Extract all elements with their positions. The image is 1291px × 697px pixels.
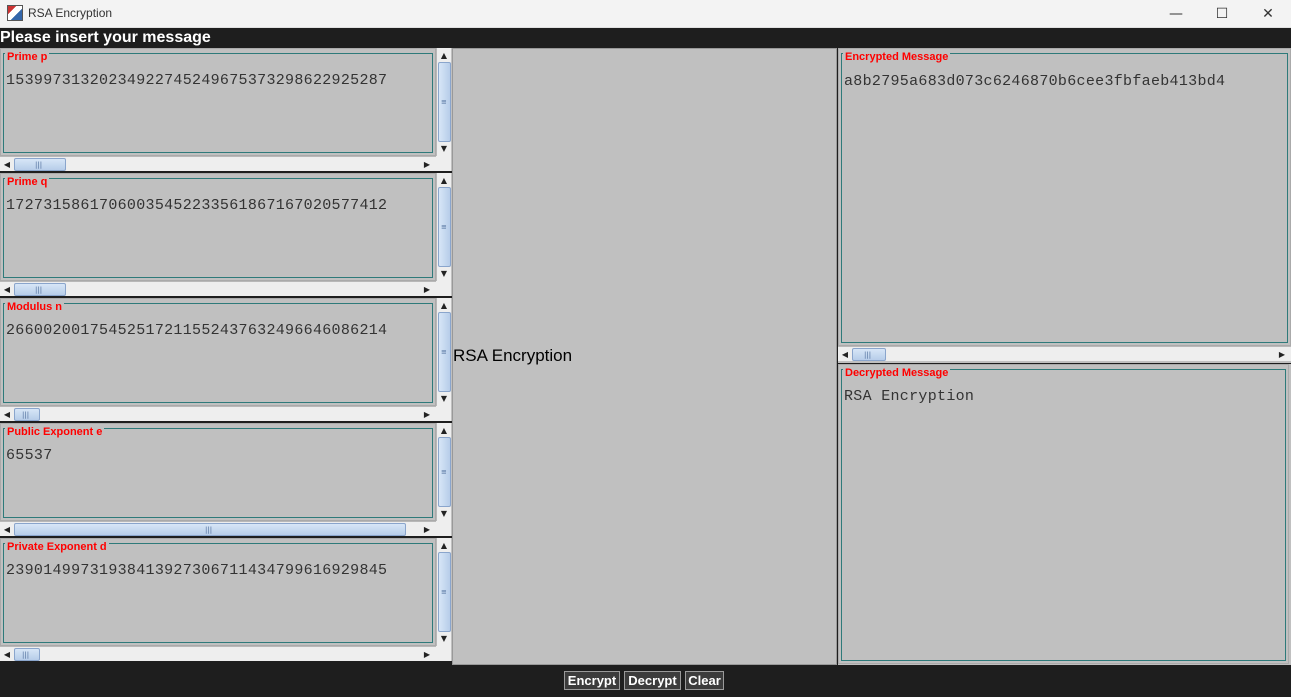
scroll-right-icon[interactable]: ▶ (420, 282, 434, 296)
decrypted-label: Decrypted Message (843, 367, 951, 379)
window-title: RSA Encryption (28, 6, 113, 20)
prime-p-hscroll[interactable]: ◀ ||| ▶ (0, 156, 436, 171)
prime-p-scrollpane: Prime p 15399731320234922745249675373298… (0, 48, 452, 171)
prime-q-area[interactable]: Prime q 17273158617060035452233561867167… (0, 173, 436, 281)
scroll-thumb[interactable]: ||| (14, 283, 66, 296)
clear-button[interactable]: Clear (685, 671, 724, 690)
scroll-right-icon[interactable]: ▶ (420, 647, 434, 661)
scroll-up-icon[interactable]: ▲ (437, 173, 451, 187)
scroll-thumb[interactable]: ||| (14, 158, 66, 171)
public-e-vscroll[interactable]: ▲ ≡ ▼ (436, 423, 451, 521)
decrypted-panel: Decrypted Message RSA Encryption (838, 364, 1291, 665)
scroll-thumb[interactable]: ||| (14, 648, 40, 661)
scroll-up-icon[interactable]: ▲ (437, 538, 451, 552)
scroll-down-icon[interactable]: ▼ (437, 391, 451, 405)
scroll-left-icon[interactable]: ◀ (838, 347, 852, 361)
message-input-text[interactable]: RSA Encryption (453, 346, 572, 366)
modulus-n-scrollpane: Modulus n 266002001754525172115524376324… (0, 298, 452, 421)
modulus-n-hscroll[interactable]: ◀ ||| ▶ (0, 406, 436, 421)
prime-q-vscroll[interactable]: ▲ ≡ ▼ (436, 173, 451, 281)
modulus-n-area[interactable]: Modulus n 266002001754525172115524376324… (0, 298, 436, 406)
app-icon (7, 5, 23, 21)
scroll-left-icon[interactable]: ◀ (0, 522, 14, 536)
scroll-thumb[interactable]: ||| (14, 408, 40, 421)
encrypted-area[interactable]: Encrypted Message a8b2795a683d073c624687… (838, 48, 1291, 346)
modulus-n-label: Modulus n (5, 301, 64, 313)
window-titlebar: RSA Encryption — ☐ ✕ (0, 0, 1291, 28)
private-d-vscroll[interactable]: ▲ ≡ ▼ (436, 538, 451, 646)
scroll-up-icon[interactable]: ▲ (437, 423, 451, 437)
scroll-up-icon[interactable]: ▲ (437, 298, 451, 312)
encrypt-button[interactable]: Encrypt (564, 671, 620, 690)
prime-q-label: Prime q (5, 176, 50, 188)
encrypted-hscroll[interactable]: ◀ ||| ▶ (838, 346, 1291, 361)
prime-q-scrollpane: Prime q 17273158617060035452233561867167… (0, 173, 452, 296)
prime-p-area[interactable]: Prime p 15399731320234922745249675373298… (0, 48, 436, 156)
public-e-area[interactable]: Public Exponent e 65537 (0, 423, 436, 521)
scroll-left-icon[interactable]: ◀ (0, 282, 14, 296)
encrypted-value[interactable]: a8b2795a683d073c6246870b6cee3fbfaeb413bd… (844, 73, 1290, 90)
scroll-thumb[interactable]: ||| (852, 348, 886, 361)
encrypted-scrollpane: Encrypted Message a8b2795a683d073c624687… (838, 48, 1291, 363)
private-d-hscroll[interactable]: ◀ ||| ▶ (0, 646, 436, 661)
scroll-thumb[interactable]: ≡ (438, 437, 451, 507)
prime-p-value[interactable]: 1539973132023492274524967537329862292528… (6, 72, 434, 89)
minimize-icon[interactable]: — (1153, 0, 1199, 28)
header-bar: Please insert your message (0, 28, 1291, 47)
public-e-scrollpane: Public Exponent e 65537 ▲ ≡ ▼ ◀ ||| ▶ (0, 423, 452, 536)
prime-p-label: Prime p (5, 51, 50, 63)
scroll-thumb[interactable]: ≡ (438, 312, 451, 392)
maximize-icon[interactable]: ☐ (1199, 0, 1245, 28)
scroll-right-icon[interactable]: ▶ (420, 407, 434, 421)
modulus-n-value[interactable]: 2660020017545251721155243763249664608621… (6, 322, 434, 339)
close-icon[interactable]: ✕ (1245, 0, 1291, 28)
prime-q-value[interactable]: 1727315861706003545223356186716702057741… (6, 197, 434, 214)
scroll-right-icon[interactable]: ▶ (1275, 347, 1289, 361)
scroll-left-icon[interactable]: ◀ (0, 407, 14, 421)
private-d-scrollpane: Private Exponent d 239014997319384139273… (0, 538, 452, 661)
scroll-right-icon[interactable]: ▶ (420, 522, 434, 536)
public-e-value[interactable]: 65537 (6, 447, 434, 464)
decrypted-area[interactable]: Decrypted Message RSA Encryption (838, 364, 1289, 664)
scroll-up-icon[interactable]: ▲ (437, 48, 451, 62)
header-instruction: Please insert your message (0, 29, 211, 46)
private-d-label: Private Exponent d (5, 541, 109, 553)
scroll-thumb[interactable]: ≡ (438, 552, 451, 632)
decrypted-value[interactable]: RSA Encryption (844, 388, 1284, 405)
scroll-down-icon[interactable]: ▼ (437, 506, 451, 520)
public-e-label: Public Exponent e (5, 426, 105, 438)
scroll-thumb[interactable]: ≡ (438, 62, 451, 142)
scroll-down-icon[interactable]: ▼ (437, 266, 451, 280)
decrypt-button[interactable]: Decrypt (624, 671, 681, 690)
scroll-left-icon[interactable]: ◀ (0, 157, 14, 171)
scroll-right-icon[interactable]: ▶ (420, 157, 434, 171)
scroll-thumb[interactable]: ≡ (438, 187, 451, 267)
public-e-hscroll[interactable]: ◀ ||| ▶ (0, 521, 436, 536)
prime-p-vscroll[interactable]: ▲ ≡ ▼ (436, 48, 451, 156)
encrypted-label: Encrypted Message (843, 51, 951, 63)
private-d-area[interactable]: Private Exponent d 239014997319384139273… (0, 538, 436, 646)
scroll-left-icon[interactable]: ◀ (0, 647, 14, 661)
scroll-down-icon[interactable]: ▼ (437, 631, 451, 645)
prime-q-hscroll[interactable]: ◀ ||| ▶ (0, 281, 436, 296)
scroll-thumb[interactable]: ||| (14, 523, 406, 536)
private-d-value[interactable]: 2390149973193841392730671143479961692984… (6, 562, 434, 579)
modulus-n-vscroll[interactable]: ▲ ≡ ▼ (436, 298, 451, 406)
scroll-down-icon[interactable]: ▼ (437, 141, 451, 155)
